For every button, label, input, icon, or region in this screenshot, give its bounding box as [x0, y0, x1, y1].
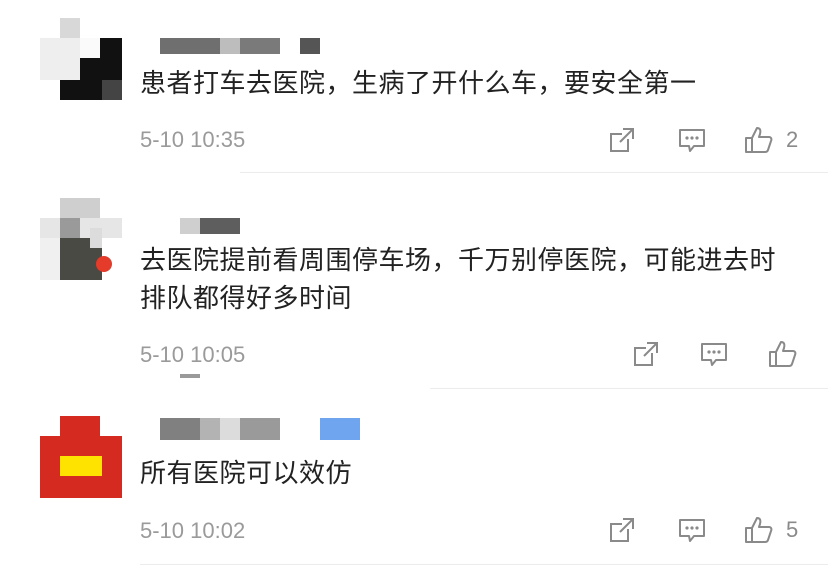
- thumbs-up-icon[interactable]: [742, 514, 774, 546]
- share-icon[interactable]: [630, 338, 662, 370]
- like-count: 2: [786, 127, 799, 152]
- comment-time: 5-10 10:02: [140, 518, 246, 543]
- comment-actions: 2: [606, 124, 816, 156]
- thumbs-up-icon[interactable]: [742, 124, 774, 156]
- comment-time: 5-10 10:05: [140, 342, 246, 367]
- comment-icon[interactable]: [698, 338, 730, 370]
- comment-text: 所有医院可以效仿: [140, 459, 353, 489]
- comment-text: 去医院提前看周围停车场，千万别停医院，可能进去时排队都得好多时间: [140, 246, 777, 314]
- share-icon[interactable]: [606, 124, 638, 156]
- avatar[interactable]: [40, 416, 122, 498]
- share-icon[interactable]: [606, 514, 638, 546]
- comment-actions: 5: [606, 514, 816, 546]
- comment-time: 5-10 10:35: [140, 127, 246, 152]
- like-count: 5: [786, 517, 799, 542]
- divider: [240, 172, 828, 173]
- comment-icon[interactable]: [676, 514, 708, 546]
- thumbs-up-icon[interactable]: [766, 338, 798, 370]
- divider: [430, 388, 828, 389]
- comment-icon[interactable]: [676, 124, 708, 156]
- comment-actions: [630, 338, 810, 370]
- avatar[interactable]: [40, 18, 122, 100]
- divider: [140, 564, 828, 565]
- avatar[interactable]: [40, 198, 122, 280]
- scroll-indicator: [180, 374, 200, 378]
- comment-text: 患者打车去医院，生病了开什么车，要安全第一: [140, 69, 697, 99]
